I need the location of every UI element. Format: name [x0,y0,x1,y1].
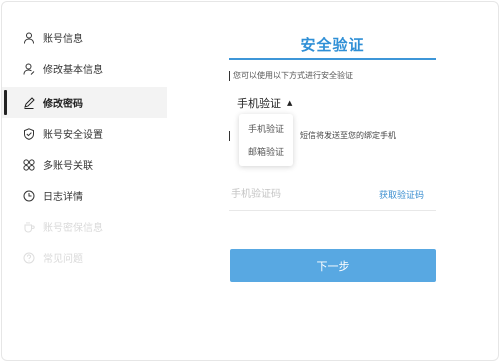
verification-code-input[interactable] [231,185,361,203]
sidebar-item-security-questions: 账号密保信息 [2,211,167,242]
sidebar-item-faq: 常见问题 [2,242,167,273]
title-underline [229,58,436,60]
shield-check-icon [22,127,36,141]
sidebar-item-label: 常见问题 [43,254,83,265]
verification-method-select[interactable]: 手机验证 ▲ [237,95,292,111]
sidebar-item-edit-basic-info[interactable]: 修改基本信息 [2,53,167,84]
sidebar-item-label: 多账号关联 [43,161,93,172]
sidebar-item-label: 日志详情 [43,192,83,203]
sidebar-item-account-info[interactable]: 账号信息 [2,22,167,53]
dropdown-option-email[interactable]: 邮箱验证 [239,145,293,158]
settings-panel: 账号信息 修改基本信息 修改密码 账号安全设置 多账号关联 日志详情 账号密保信… [1,1,499,361]
sidebar-item-log-details[interactable]: 日志详情 [2,180,167,211]
sidebar-item-security-settings[interactable]: 账号安全设置 [2,118,167,149]
user-icon [22,31,36,45]
main-content: 安全验证 您可以使用以下方式进行安全验证 手机验证 ▲ 短信将发送至您的绑定手机… [167,2,498,360]
input-underline [229,210,436,211]
sidebar-item-label: 账号密保信息 [43,223,103,234]
sms-note-text: 短信将发送至您的绑定手机 [300,131,396,140]
sidebar-item-label: 修改密码 [43,99,83,110]
user-edit-icon [22,62,36,76]
hint-text: 您可以使用以下方式进行安全验证 [233,71,353,80]
sidebar-item-change-password[interactable]: 修改密码 [2,87,167,118]
method-dropdown: 手机验证 邮箱验证 [239,114,293,166]
page-title: 安全验证 [300,36,365,54]
sidebar-item-label: 账号信息 [43,34,83,45]
pencil-icon [22,96,36,110]
sidebar-item-label: 账号安全设置 [43,130,103,141]
sidebar-item-label: 修改基本信息 [43,65,103,76]
next-step-button[interactable]: 下一步 [230,249,436,282]
verification-hint: 您可以使用以下方式进行安全验证 [229,70,353,81]
note-marker [229,130,230,141]
get-code-link[interactable]: 获取验证码 [379,188,424,201]
sidebar-item-multi-account[interactable]: 多账号关联 [2,149,167,180]
sidebar: 账号信息 修改基本信息 修改密码 账号安全设置 多账号关联 日志详情 账号密保信… [2,2,167,360]
hint-marker [229,70,230,81]
question-icon [22,251,36,265]
caret-up-icon: ▲ [287,99,293,107]
dropdown-option-phone[interactable]: 手机验证 [239,122,293,135]
method-selected-value: 手机验证 [237,97,281,110]
cup-icon [22,220,36,234]
clock-icon [22,189,36,203]
grid-link-icon [22,158,36,172]
